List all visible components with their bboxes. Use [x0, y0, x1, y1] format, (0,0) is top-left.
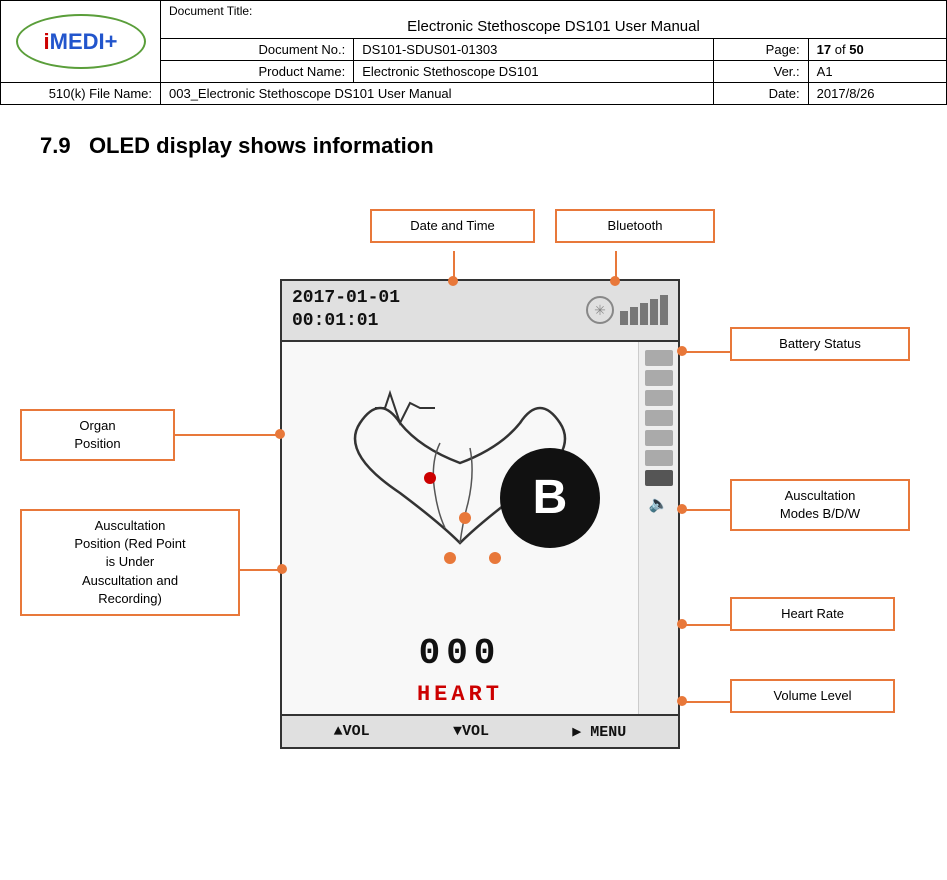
menu-label: ▶ MENU — [572, 722, 626, 741]
screen-right-bar: 🔈 — [638, 342, 678, 728]
vol-up-label: ▲VOL — [334, 723, 370, 740]
doc-title-label: Document Title: — [169, 4, 938, 18]
doc-no-value: DS101-SDUS01-01303 — [354, 39, 714, 61]
diagram-area: 2017-01-01 00:01:01 ✳ — [0, 179, 947, 779]
dot-auscultation-pos — [277, 564, 287, 574]
vol-seg-6 — [645, 450, 673, 466]
dot-datetime — [448, 276, 458, 286]
page-current: 17 — [817, 42, 831, 57]
logo-text: iMEDI+ — [44, 29, 118, 55]
dot-bluetooth — [610, 276, 620, 286]
dot-battery — [677, 346, 687, 356]
vol-down-label: ▼VOL — [453, 723, 489, 740]
file-value: 003_Electronic Stethoscope DS101 User Ma… — [161, 83, 714, 105]
orange-dot-2 — [444, 552, 456, 564]
doc-title-cell: Document Title: Electronic Stethoscope D… — [161, 1, 947, 39]
screen-top-bar: 2017-01-01 00:01:01 ✳ — [282, 281, 678, 342]
battery-bars — [620, 295, 668, 325]
connector-organ — [175, 434, 280, 436]
annotation-organ: OrganPosition — [20, 409, 175, 461]
date-line: 2017-01-01 — [292, 287, 400, 310]
dot-organ — [275, 429, 285, 439]
annotation-volume: Volume Level — [730, 679, 895, 713]
doc-no-label: Document No.: — [161, 39, 354, 61]
connector-auscultation-pos — [240, 569, 282, 571]
connector-volume — [682, 701, 730, 703]
ver-value: A1 — [808, 61, 946, 83]
orange-dot-3 — [489, 552, 501, 564]
annotation-date-time: Date and Time — [370, 209, 535, 243]
product-value: Electronic Stethoscope DS101 — [354, 61, 714, 83]
battery-bar-5 — [660, 295, 668, 325]
battery-bar-3 — [640, 303, 648, 325]
section-number: 7.9 — [40, 133, 71, 158]
vol-seg-1 — [645, 350, 673, 366]
vol-seg-5 — [645, 430, 673, 446]
battery-bar-2 — [630, 307, 638, 325]
heart-container: B — [320, 363, 600, 633]
product-label: Product Name: — [161, 61, 354, 83]
red-dot-1 — [424, 472, 436, 484]
screen-bottom-bar: ▲VOL ▼VOL ▶ MENU — [282, 714, 678, 747]
section-title: OLED display shows information — [89, 133, 434, 158]
connector-battery — [682, 351, 730, 353]
annotation-battery: Battery Status — [730, 327, 910, 361]
annotation-bluetooth: Bluetooth — [555, 209, 715, 243]
date-value: 2017/8/26 — [808, 83, 946, 105]
vol-seg-2 — [645, 370, 673, 386]
connector-heart-rate — [682, 624, 730, 626]
page-label: Page: — [714, 39, 808, 61]
digits-display: 000 — [419, 633, 502, 674]
vol-seg-7 — [645, 470, 673, 486]
battery-bar-1 — [620, 311, 628, 325]
section-heading: 7.9 OLED display shows information — [40, 133, 947, 159]
annotation-heart-rate-label: Heart Rate — [781, 606, 844, 621]
annotation-date-time-label: Date and Time — [410, 218, 495, 233]
vol-seg-4 — [645, 410, 673, 426]
screen-main: B 000 HEART — [282, 342, 638, 728]
orange-dot-1 — [459, 512, 471, 524]
annotation-auscultation-pos: AuscultationPosition (Red Pointis UnderA… — [20, 509, 240, 616]
battery-bar-4 — [650, 299, 658, 325]
page-value: 17 of 50 — [808, 39, 946, 61]
device-screen: 2017-01-01 00:01:01 ✳ — [280, 279, 680, 749]
time-line: 00:01:01 — [292, 310, 400, 333]
logo-cell: iMEDI+ — [1, 1, 161, 83]
annotation-organ-label: OrganPosition — [74, 418, 120, 451]
file-label: 510(k) File Name: — [1, 83, 161, 105]
date-label: Date: — [714, 83, 808, 105]
heart-label: HEART — [417, 682, 503, 707]
speaker-icon: 🔈 — [649, 494, 669, 514]
annotation-auscultation-pos-label: AuscultationPosition (Red Pointis UnderA… — [74, 518, 185, 606]
annotation-bluetooth-label: Bluetooth — [608, 218, 663, 233]
doc-title: Electronic Stethoscope DS101 User Manual — [169, 18, 938, 35]
bluetooth-icon: ✳ — [586, 296, 614, 324]
annotation-heart-rate: Heart Rate — [730, 597, 895, 631]
dot-heart-rate — [677, 619, 687, 629]
screen-body: B 000 HEART 🔈 — [282, 342, 678, 728]
dot-volume — [677, 696, 687, 706]
connector-modes — [682, 509, 730, 511]
annotation-modes-label: AuscultationModes B/D/W — [780, 488, 860, 521]
datetime-display: 2017-01-01 00:01:01 — [292, 287, 400, 334]
big-b-circle: B — [500, 448, 600, 548]
annotation-battery-label: Battery Status — [779, 336, 861, 351]
vol-seg-3 — [645, 390, 673, 406]
top-right-icons: ✳ — [586, 295, 668, 325]
dot-modes — [677, 504, 687, 514]
page-of: of — [835, 42, 849, 57]
big-letter: B — [533, 470, 568, 525]
ver-label: Ver.: — [714, 61, 808, 83]
page-total: 50 — [849, 42, 863, 57]
annotation-modes: AuscultationModes B/D/W — [730, 479, 910, 531]
annotation-volume-label: Volume Level — [773, 688, 851, 703]
header-table: iMEDI+ Document Title: Electronic Stetho… — [0, 0, 947, 105]
